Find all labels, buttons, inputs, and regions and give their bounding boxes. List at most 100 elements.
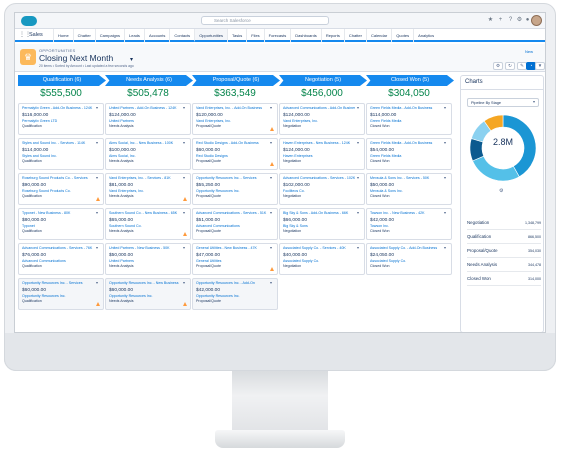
opportunity-name-link[interactable]: Advanced Communications - Services - 102… xyxy=(283,176,355,181)
opportunity-name-link[interactable]: Advanced Communications - Services - 51K xyxy=(196,211,268,216)
filter-icon[interactable]: ▼ xyxy=(535,62,545,70)
donut-slice[interactable] xyxy=(472,155,520,182)
opportunity-name-link[interactable]: Opportunity Resources Inc. - Add-On xyxy=(196,281,268,286)
nav-item[interactable]: Forecasts xyxy=(263,29,291,42)
opportunity-name-link[interactable]: Advanced Communications - Add-On Busines… xyxy=(283,106,355,111)
opportunity-name-link[interactable]: Big Sky & Sons - Add-On Business - 66K xyxy=(283,211,355,216)
opportunity-name-link[interactable]: Mexsula & Sons Inc. - Services - 50K xyxy=(370,176,442,181)
opportunity-card[interactable]: Aims Social, Inc. - New Business - 100K $… xyxy=(105,138,191,170)
nav-item[interactable]: Tasks xyxy=(226,29,246,42)
refresh-icon[interactable]: ↻ xyxy=(505,62,515,70)
nav-item[interactable]: Contacts xyxy=(169,29,194,42)
stage-header[interactable]: Proposal/Quote (6) xyxy=(192,75,280,86)
opportunity-card[interactable]: Roseburg Sound Products Co. - Services $9… xyxy=(18,173,104,205)
opportunity-name-link[interactable]: Vand Enterprises, Inc. - Add-On Business xyxy=(196,106,268,111)
nav-item[interactable]: Home xyxy=(53,29,73,42)
opportunity-card[interactable]: Green Fields Media - Add-On Business $114… xyxy=(366,103,452,135)
card-menu-chevron-down-icon[interactable]: ▾ xyxy=(357,211,361,215)
opportunity-card[interactable]: Green Fields Media - Add-On Business $54,… xyxy=(366,138,452,170)
card-menu-chevron-down-icon[interactable]: ▾ xyxy=(444,246,448,250)
card-menu-chevron-down-icon[interactable]: ▾ xyxy=(270,141,274,145)
opportunity-card[interactable]: Vand Enterprises, Inc. - Services - 81K $… xyxy=(105,173,191,205)
opportunity-card[interactable]: Opportunity Resources Inc. - Services $60… xyxy=(18,278,104,310)
opportunity-name-link[interactable]: Haven Enterprises - New Business - 124K xyxy=(283,141,355,146)
opportunity-card[interactable]: Associated Supply Co. - Services - 40K $4… xyxy=(279,243,365,275)
card-menu-chevron-down-icon[interactable]: ▾ xyxy=(96,246,100,250)
opportunity-name-link[interactable]: Towson Inc. - New Business - 42K xyxy=(370,211,442,216)
opportunity-card[interactable]: Typonet - New Business - 80K $80,000.00 Ty… xyxy=(18,208,104,240)
card-menu-chevron-down-icon[interactable]: ▾ xyxy=(444,141,448,145)
chart-select[interactable]: Pipeline By Stage xyxy=(467,98,539,107)
opportunity-name-link[interactable]: General Utilities - New Business - 47K xyxy=(196,246,268,251)
nav-item[interactable]: Quotes xyxy=(391,29,413,42)
card-menu-chevron-down-icon[interactable]: ▾ xyxy=(183,141,187,145)
card-menu-chevron-down-icon[interactable]: ▾ xyxy=(357,246,361,250)
opportunity-name-link[interactable]: Vand Enterprises, Inc. - Services - 81K xyxy=(109,176,181,181)
stage-header[interactable]: Negotiation (5) xyxy=(279,75,367,86)
chevron-down-icon[interactable]: ▾ xyxy=(533,99,535,104)
opportunity-name-link[interactable]: Permalytix Green - Add-On Business - 124… xyxy=(22,106,94,111)
card-menu-chevron-down-icon[interactable]: ▾ xyxy=(96,176,100,180)
opportunity-name-link[interactable]: Red Studio Designs - Add-On Business xyxy=(196,141,268,146)
opportunity-name-link[interactable]: Opportunity Resources Inc. - Services xyxy=(196,176,268,181)
opportunity-name-link[interactable]: Associated Supply Co. - Add-On Business xyxy=(370,246,442,251)
settings-gear-icon[interactable]: ⚙ xyxy=(493,62,503,70)
opportunity-name-link[interactable]: Southern Sound Co. - New Business - 65K xyxy=(109,211,181,216)
list-view-title[interactable]: Closing Next Month xyxy=(39,53,113,63)
card-menu-chevron-down-icon[interactable]: ▾ xyxy=(357,141,361,145)
nav-item[interactable]: Chatter xyxy=(72,29,95,42)
card-menu-chevron-down-icon[interactable]: ▾ xyxy=(270,106,274,110)
opportunity-card[interactable]: Haven Enterprises - New Business - 124K $… xyxy=(279,138,365,170)
card-menu-chevron-down-icon[interactable]: ▾ xyxy=(270,211,274,215)
opportunity-card[interactable]: Advanced Communications - Services - 76K… xyxy=(18,243,104,275)
card-menu-chevron-down-icon[interactable]: ▾ xyxy=(183,176,187,180)
card-menu-chevron-down-icon[interactable]: ▾ xyxy=(357,106,361,110)
opportunity-name-link[interactable]: Typonet - New Business - 80K xyxy=(22,211,94,216)
new-button[interactable]: New xyxy=(525,49,533,54)
help-icon[interactable]: ? xyxy=(507,17,514,24)
card-menu-chevron-down-icon[interactable]: ▾ xyxy=(357,176,361,180)
card-menu-chevron-down-icon[interactable]: ▾ xyxy=(270,246,274,250)
opportunity-name-link[interactable]: Opportunity Resources Inc. - Services xyxy=(22,281,94,286)
opportunity-card[interactable]: United Partners - Add-On Business - 124K… xyxy=(105,103,191,135)
opportunity-name-link[interactable]: Styles and Sound Inc. - Services - 114K xyxy=(22,141,94,146)
opportunity-card[interactable]: United Partners - New Business - 50K $50,… xyxy=(105,243,191,275)
opportunity-card[interactable]: General Utilities - New Business - 47K $4… xyxy=(192,243,278,275)
avatar[interactable] xyxy=(531,15,542,26)
add-plus-icon[interactable]: + xyxy=(497,17,504,24)
opportunity-card[interactable]: Opportunity Resources Inc. - Add-On $42,0… xyxy=(192,278,278,310)
nav-item[interactable]: Dashboards xyxy=(290,29,321,42)
opportunity-card[interactable]: Towson Inc. - New Business - 42K $42,000.… xyxy=(366,208,452,240)
opportunity-card[interactable]: Southern Sound Co. - New Business - 65K $… xyxy=(105,208,191,240)
opportunity-name-link[interactable]: Opportunity Resources Inc. - New Busines… xyxy=(109,281,181,286)
list-view-chevron-down-icon[interactable]: ▾ xyxy=(130,56,133,63)
nav-item[interactable]: Accounts xyxy=(143,29,169,42)
opportunity-card[interactable]: Advanced Communications - Services - 102… xyxy=(279,173,365,205)
card-menu-chevron-down-icon[interactable]: ▾ xyxy=(444,176,448,180)
opportunity-card[interactable]: Opportunity Resources Inc. - Services $55… xyxy=(192,173,278,205)
opportunity-card[interactable]: Opportunity Resources Inc. - New Busines… xyxy=(105,278,191,310)
card-menu-chevron-down-icon[interactable]: ▾ xyxy=(444,211,448,215)
card-menu-chevron-down-icon[interactable]: ▾ xyxy=(96,281,100,285)
opportunity-card[interactable]: Mexsula & Sons Inc. - Services - 50K $50,… xyxy=(366,173,452,205)
nav-item[interactable]: Leads xyxy=(124,29,144,42)
card-menu-chevron-down-icon[interactable]: ▾ xyxy=(183,106,187,110)
card-menu-chevron-down-icon[interactable]: ▾ xyxy=(96,141,100,145)
opportunity-name-link[interactable]: Green Fields Media - Add-On Business xyxy=(370,106,442,111)
notifications-bell-icon[interactable]: ● xyxy=(524,17,531,24)
opportunity-card[interactable]: Permalytix Green - Add-On Business - 124… xyxy=(18,103,104,135)
opportunity-name-link[interactable]: Advanced Communications - Services - 76K xyxy=(22,246,94,251)
card-menu-chevron-down-icon[interactable]: ▾ xyxy=(444,106,448,110)
opportunity-card[interactable]: Associated Supply Co. - Add-On Business $… xyxy=(366,243,452,275)
nav-item[interactable]: Calendar xyxy=(365,29,391,42)
card-menu-chevron-down-icon[interactable]: ▾ xyxy=(270,176,274,180)
card-menu-chevron-down-icon[interactable]: ▾ xyxy=(270,281,274,285)
opportunity-card[interactable]: Red Studio Designs - Add-On Business $60,… xyxy=(192,138,278,170)
card-menu-chevron-down-icon[interactable]: ▾ xyxy=(96,211,100,215)
nav-item[interactable]: Analytics xyxy=(413,29,438,42)
stage-header[interactable]: Closed Won (5) xyxy=(366,75,454,86)
setup-gear-icon[interactable]: ⚙ xyxy=(516,17,523,24)
nav-item[interactable]: Files xyxy=(246,29,263,42)
chart-settings-gear-icon[interactable]: ⚙ xyxy=(499,188,503,194)
opportunity-name-link[interactable]: Aims Social, Inc. - New Business - 100K xyxy=(109,141,181,146)
